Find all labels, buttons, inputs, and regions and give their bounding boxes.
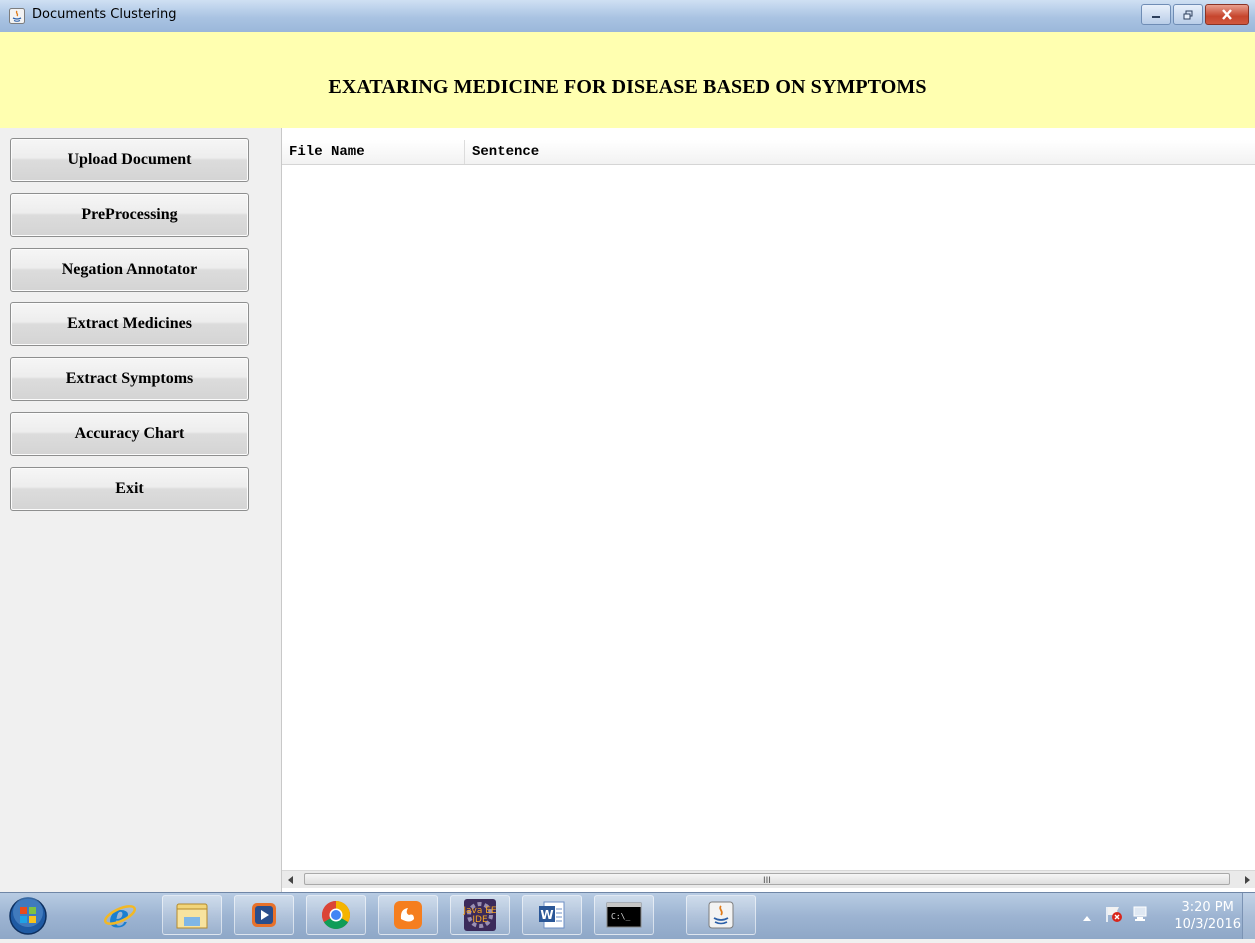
show-hidden-icons-icon[interactable] (1082, 909, 1092, 927)
column-header-file-name[interactable]: File Name (282, 140, 465, 164)
header-banner: EXATARING MEDICINE FOR DISEASE BASED ON … (0, 32, 1255, 128)
media-player-icon (252, 903, 276, 927)
table-header: File Name Sentence (282, 140, 1255, 165)
window-controls (1139, 4, 1249, 25)
word-icon: W (539, 901, 565, 929)
window-title: Documents Clustering (32, 7, 177, 22)
clock[interactable]: 3:20 PM 10/3/2016 (1174, 899, 1241, 933)
uc-browser-icon (394, 901, 422, 929)
scroll-left-button[interactable] (282, 871, 299, 888)
java-ee-ide-icon: Java EE IDE (463, 899, 497, 931)
taskbar-uc-browser[interactable] (378, 895, 438, 935)
column-header-sentence[interactable]: Sentence (465, 140, 1255, 164)
clock-date: 10/3/2016 (1174, 917, 1241, 932)
start-orb-icon (9, 897, 47, 935)
window-titlebar[interactable]: Documents Clustering (0, 0, 1255, 32)
results-table[interactable]: File Name Sentence III (281, 128, 1255, 892)
minimize-button[interactable] (1141, 4, 1171, 25)
chrome-icon (322, 901, 350, 929)
system-tray: 3:20 PM 10/3/2016 (1080, 893, 1255, 939)
taskbar-internet-explorer[interactable]: e (90, 895, 150, 935)
network-icon[interactable] (1132, 905, 1150, 928)
minimize-icon (1152, 15, 1160, 18)
sidebar: Upload Document PreProcessing Negation A… (0, 128, 280, 892)
extract-medicines-button[interactable]: Extract Medicines (10, 302, 249, 346)
close-icon (1222, 9, 1232, 20)
taskbar-file-explorer[interactable] (162, 895, 222, 935)
arrow-right-icon (1244, 875, 1250, 884)
preprocessing-button[interactable]: PreProcessing (10, 193, 249, 237)
horizontal-scrollbar[interactable]: III (282, 870, 1255, 888)
scroll-grip: III (763, 876, 771, 886)
java-icon (708, 901, 734, 929)
close-button[interactable] (1205, 4, 1249, 25)
svg-text:W: W (540, 908, 553, 922)
taskbar-word[interactable]: W (522, 895, 582, 935)
show-desktop-button[interactable] (1242, 893, 1255, 939)
svg-text:C:\_: C:\_ (611, 912, 630, 921)
svg-text:e: e (109, 898, 129, 932)
internet-explorer-icon: e (104, 898, 136, 932)
exit-button[interactable]: Exit (10, 467, 249, 511)
file-explorer-icon (176, 903, 208, 929)
clock-time: 3:20 PM (1181, 900, 1234, 915)
java-icon (9, 8, 25, 24)
action-center-flag-icon[interactable] (1104, 905, 1124, 928)
upload-document-button[interactable]: Upload Document (10, 138, 249, 182)
scroll-thumb[interactable]: III (304, 873, 1230, 886)
taskbar-java-app[interactable] (686, 895, 756, 935)
page-title: EXATARING MEDICINE FOR DISEASE BASED ON … (328, 76, 927, 98)
command-prompt-icon: C:\_ (606, 902, 642, 928)
start-button[interactable] (6, 894, 54, 938)
restore-icon (1183, 10, 1193, 19)
maximize-button[interactable] (1173, 4, 1203, 25)
extract-symptoms-button[interactable]: Extract Symptoms (10, 357, 249, 401)
taskbar-command-prompt[interactable]: C:\_ (594, 895, 654, 935)
negation-annotator-button[interactable]: Negation Annotator (10, 248, 249, 292)
svg-text:IDE: IDE (472, 915, 488, 925)
scroll-right-button[interactable] (1238, 871, 1255, 888)
taskbar-chrome[interactable] (306, 895, 366, 935)
arrow-left-icon (287, 875, 293, 884)
taskbar-media-player[interactable] (234, 895, 294, 935)
taskbar-java-ee-ide[interactable]: Java EE IDE (450, 895, 510, 935)
accuracy-chart-button[interactable]: Accuracy Chart (10, 412, 249, 456)
taskbar: e Java EE IDE W C:\_ 3:20 PM 10/3/2016 (0, 892, 1255, 939)
